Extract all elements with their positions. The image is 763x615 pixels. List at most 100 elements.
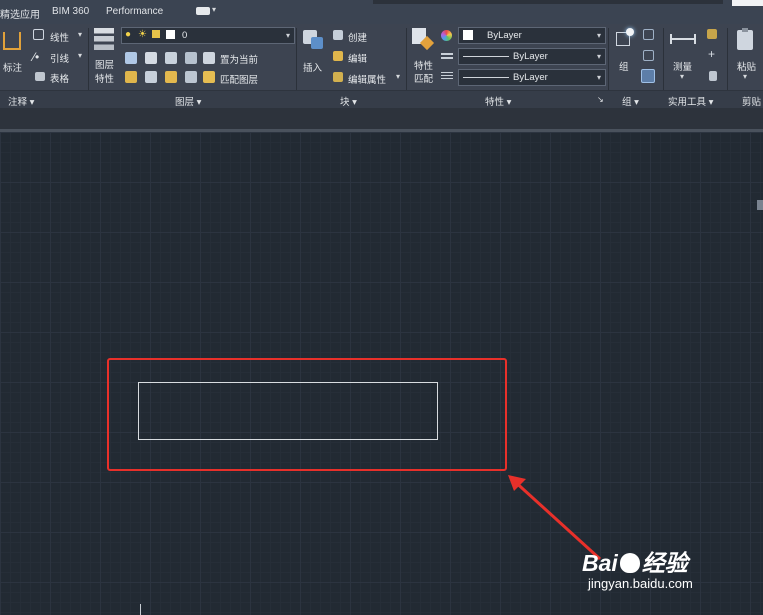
layer-tool-icon[interactable] (145, 71, 157, 83)
chevron-down-icon[interactable]: ▾ (597, 31, 601, 40)
layer-dropdown[interactable]: ● ☀ 0 ▾ (121, 27, 295, 44)
tab-performance[interactable]: Performance (106, 6, 163, 17)
color-dropdown[interactable]: ByLayer ▾ (458, 27, 606, 44)
linear-dim-icon[interactable] (33, 29, 44, 40)
separator (296, 28, 297, 90)
separator (406, 28, 407, 90)
chevron-down-icon[interactable]: ▾ (597, 73, 601, 82)
layer-properties-label-1[interactable]: 图层 (95, 57, 114, 71)
group-edit-icon[interactable] (643, 50, 654, 61)
panel-label-properties[interactable]: 特性 ▾ (485, 94, 511, 108)
color-wheel-icon[interactable] (441, 30, 452, 41)
leader-icon[interactable]: ⁄• (33, 50, 39, 64)
layer-tool-icon[interactable] (165, 52, 177, 64)
linetype-value: ByLayer (513, 51, 548, 62)
edit-attributes-dropdown-icon[interactable]: ▾ (396, 72, 400, 81)
group-icon[interactable] (614, 28, 636, 52)
tab-featured-apps[interactable]: 精选应用 (0, 6, 40, 21)
chevron-down-icon[interactable]: ▾ (212, 5, 216, 14)
ribbon-panel-labels: 注释 ▾ 图层 ▾ 块 ▾ 特性 ▾ ↘ 组 ▾ 实用工具 ▾ 剪贴 (0, 90, 763, 109)
layer-tool-icon[interactable] (185, 71, 197, 83)
separator (608, 28, 609, 90)
panel-launcher-icon[interactable]: ↘ (597, 95, 604, 104)
create-block-label[interactable]: 创建 (348, 30, 367, 44)
separator (663, 28, 664, 90)
layer-tool-icon[interactable] (125, 52, 137, 64)
sun-icon[interactable]: ☀ (138, 29, 147, 40)
panel-label-text: 块 (340, 97, 350, 108)
search-strip (373, 0, 723, 4)
leader-dropdown-icon[interactable]: ▾ (78, 51, 82, 60)
color-value: ByLayer (487, 30, 522, 41)
paste-dropdown-icon[interactable]: ▾ (743, 72, 747, 81)
match-properties-icon[interactable] (410, 28, 435, 52)
create-block-icon[interactable] (333, 30, 343, 40)
current-layer-value: 0 (182, 30, 188, 41)
panel-label-utilities[interactable]: 实用工具 ▾ (668, 94, 713, 108)
linetype-icon[interactable] (441, 53, 453, 61)
panel-label-text: 实用工具 (668, 97, 707, 108)
paste-label[interactable]: 粘贴 (737, 59, 756, 73)
group-label[interactable]: 组 (619, 59, 629, 73)
insert-block-icon[interactable] (301, 28, 325, 50)
edit-block-label[interactable]: 编辑 (348, 51, 367, 65)
leader-label[interactable]: 引线 (50, 51, 69, 65)
match-layer-label[interactable]: 匹配图层 (220, 72, 258, 86)
layer-tool-icon[interactable] (145, 52, 157, 64)
chevron-down-icon[interactable]: ▾ (597, 52, 601, 61)
panel-label-layers[interactable]: 图层 ▾ (175, 94, 201, 108)
quick-select-icon[interactable] (707, 29, 717, 39)
match-properties-label-2[interactable]: 匹配 (414, 71, 433, 85)
layer-tool-icon[interactable] (125, 71, 137, 83)
table-label[interactable]: 表格 (50, 71, 69, 85)
set-current-icon[interactable] (203, 52, 215, 64)
layer-tool-icon[interactable] (185, 52, 197, 64)
group-select-icon[interactable] (641, 69, 655, 83)
panel-label-block[interactable]: 块 ▾ (340, 94, 357, 108)
autocad-window: 精选应用 BIM 360 Performance ▾ 标注 线性 ▾ ⁄• 引线… (0, 0, 763, 615)
camera-icon[interactable] (196, 7, 210, 15)
ungroup-icon[interactable] (643, 29, 654, 40)
edit-attributes-icon[interactable] (333, 72, 343, 82)
edit-block-icon[interactable] (333, 51, 343, 61)
lightbulb-icon[interactable]: ● (125, 29, 131, 40)
calculator-icon[interactable] (709, 71, 717, 81)
viewcube-edge[interactable] (757, 200, 763, 210)
match-properties-label-1[interactable]: 特性 (414, 58, 433, 72)
lineweight-icon[interactable] (441, 72, 453, 80)
layer-properties-icon[interactable] (94, 28, 114, 50)
measure-icon[interactable] (670, 34, 696, 44)
panel-label-clipboard[interactable]: 剪贴 (742, 94, 761, 108)
linear-dim-label[interactable]: 线性 (50, 30, 69, 44)
ruler-end (670, 34, 672, 44)
edit-attributes-label[interactable]: 编辑属性 (348, 72, 386, 86)
layer-properties-label-2[interactable]: 特性 (95, 71, 114, 85)
insert-label[interactable]: 插入 (303, 60, 322, 74)
file-tab-strip (0, 108, 763, 130)
table-icon[interactable] (35, 72, 45, 81)
panel-label-annotation[interactable]: 注释 ▾ (8, 94, 34, 108)
layer-tool-icon[interactable] (165, 71, 177, 83)
watermark-url: jingyan.baidu.com (588, 576, 693, 591)
linear-dropdown-icon[interactable]: ▾ (78, 30, 82, 39)
panel-label-text: 组 (622, 97, 632, 108)
point-icon[interactable]: + (708, 47, 715, 61)
panel-label-group[interactable]: 组 ▾ (622, 94, 639, 108)
ruler-end (694, 34, 696, 44)
measure-label[interactable]: 测量 (673, 59, 692, 73)
title-bar: 精选应用 BIM 360 Performance ▾ (0, 0, 763, 24)
set-current-label[interactable]: 置为当前 (220, 52, 258, 66)
tab-bim360[interactable]: BIM 360 (52, 6, 89, 17)
lineweight-dropdown[interactable]: ByLayer ▾ (458, 69, 606, 86)
drawing-canvas[interactable]: Bai 经验 jingyan.baidu.com (0, 132, 763, 615)
linetype-dropdown[interactable]: ByLayer ▾ (458, 48, 606, 65)
paste-icon[interactable] (737, 28, 755, 50)
dimension-icon[interactable] (3, 32, 21, 50)
separator (88, 28, 89, 90)
dimension-label[interactable]: 标注 (3, 60, 22, 74)
match-layer-icon[interactable] (203, 71, 215, 83)
measure-dropdown-icon[interactable]: ▾ (680, 72, 684, 81)
lock-icon[interactable] (152, 30, 160, 38)
chevron-down-icon[interactable]: ▾ (286, 31, 290, 40)
group-spark (626, 28, 634, 36)
